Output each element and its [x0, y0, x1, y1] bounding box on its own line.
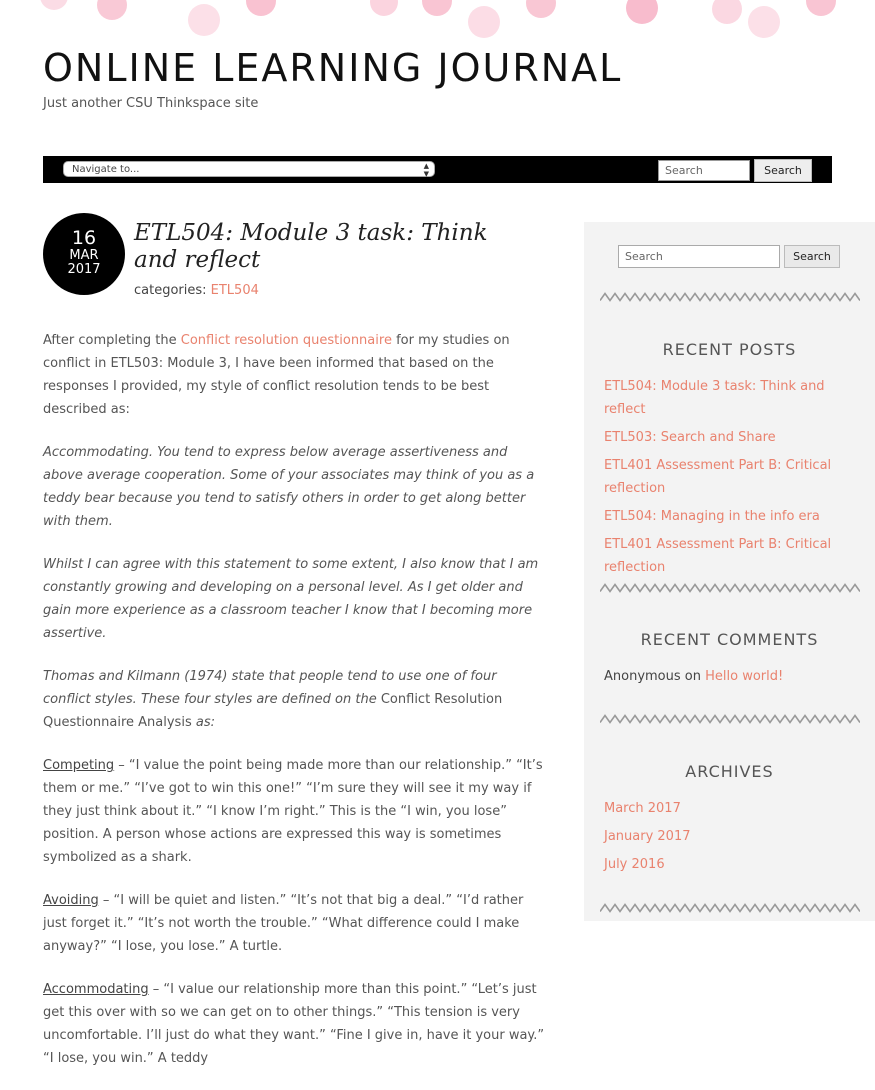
site-tagline: Just another CSU Thinkspace site — [43, 96, 259, 111]
select-arrows-icon: ▲ ▼ — [423, 162, 429, 178]
decorative-dot — [526, 0, 556, 18]
decorative-dot — [40, 0, 68, 10]
site-title[interactable]: ONLINE LEARNING JOURNAL — [43, 46, 622, 90]
zigzag-divider — [600, 583, 860, 593]
navigate-to-select[interactable]: Navigate to... ▲ ▼ — [63, 161, 435, 178]
decorative-dot — [188, 4, 220, 36]
post-content: After completing the Conflict resolution… — [43, 329, 548, 1090]
decorative-dot — [246, 0, 276, 16]
header-search-button[interactable]: Search — [754, 159, 812, 182]
recent-posts-title: RECENT POSTS — [662, 340, 797, 359]
zigzag-divider — [600, 292, 860, 302]
sidebar: Search Search RECENT POSTS ETL504: Modul… — [584, 222, 875, 921]
post-date-month: MAR — [69, 248, 99, 263]
recent-post-link[interactable]: ETL503: Search and Share — [604, 430, 776, 445]
style-term: Competing — [43, 758, 115, 773]
archive-link[interactable]: July 2016 — [604, 857, 665, 872]
zigzag-divider — [600, 714, 860, 724]
style-term: Avoiding — [43, 893, 99, 908]
style-paragraph: Accommodating – “I value our relationshi… — [43, 978, 548, 1070]
recent-comment-item: Anonymous on Hello world! — [604, 665, 783, 688]
comment-on-text: on — [680, 669, 706, 684]
paragraph: After completing the Conflict resolution… — [43, 329, 548, 421]
style-text: – “I value the point being made more tha… — [43, 758, 543, 865]
style-text: – “I will be quiet and listen.” “It’s no… — [43, 893, 524, 954]
recent-comments-title: RECENT COMMENTS — [640, 630, 819, 649]
decorative-dot — [468, 6, 500, 38]
archive-link[interactable]: March 2017 — [604, 801, 681, 816]
questionnaire-link[interactable]: Conflict resolution questionnaire — [181, 333, 392, 348]
archive-link[interactable]: January 2017 — [604, 829, 691, 844]
decorative-dot — [748, 6, 780, 38]
paragraph-text: After completing the — [43, 333, 181, 348]
recent-post-link[interactable]: ETL504: Managing in the info era — [604, 509, 820, 524]
archives-list: March 2017 January 2017 July 2016 — [604, 797, 854, 881]
decorative-dot — [712, 0, 742, 24]
comment-author: Anonymous — [604, 669, 681, 684]
navigation-bar: Navigate to... ▲ ▼ Search Search — [43, 156, 832, 183]
header-search-input[interactable]: Search — [658, 160, 750, 181]
recent-posts-list: ETL504: Module 3 task: Think and reflect… — [604, 375, 854, 584]
comment-post-link[interactable]: Hello world! — [705, 669, 783, 684]
decorative-dot — [422, 0, 452, 16]
decorative-dot — [370, 0, 398, 16]
decorative-dot — [806, 0, 836, 16]
sidebar-search-button[interactable]: Search — [784, 245, 840, 268]
archives-title: ARCHIVES — [685, 762, 774, 781]
navigate-to-value: Navigate to... — [72, 164, 140, 175]
paragraph: Whilst I can agree with this statement t… — [43, 557, 539, 641]
decorative-dot — [626, 0, 658, 24]
quote-paragraph: Accommodating. You tend to express below… — [43, 445, 535, 529]
post-title[interactable]: ETL504: Module 3 task: Think and reflect — [134, 220, 534, 274]
recent-post-link[interactable]: ETL401 Assessment Part B: Critical refle… — [604, 537, 831, 575]
style-paragraph: Avoiding – “I will be quiet and listen.”… — [43, 889, 548, 958]
post-date-year: 2017 — [67, 262, 101, 277]
post-date-badge: 16 MAR 2017 — [43, 213, 125, 295]
style-term: Accommodating — [43, 982, 149, 997]
category-link[interactable]: ETL504 — [211, 283, 259, 298]
post-categories: categories: ETL504 — [134, 283, 259, 298]
style-paragraph: Competing – “I value the point being mad… — [43, 754, 548, 869]
recent-post-link[interactable]: ETL504: Module 3 task: Think and reflect — [604, 379, 825, 417]
categories-label: categories: — [134, 283, 211, 298]
paragraph-text: as: — [191, 715, 215, 730]
recent-post-link[interactable]: ETL401 Assessment Part B: Critical refle… — [604, 458, 831, 496]
paragraph: Thomas and Kilmann (1974) state that peo… — [43, 665, 548, 734]
header-dot-pattern — [0, 0, 875, 45]
decorative-dot — [97, 0, 127, 20]
post-date-day: 16 — [71, 227, 97, 249]
zigzag-divider — [600, 903, 860, 913]
sidebar-search-input[interactable]: Search — [618, 245, 780, 268]
